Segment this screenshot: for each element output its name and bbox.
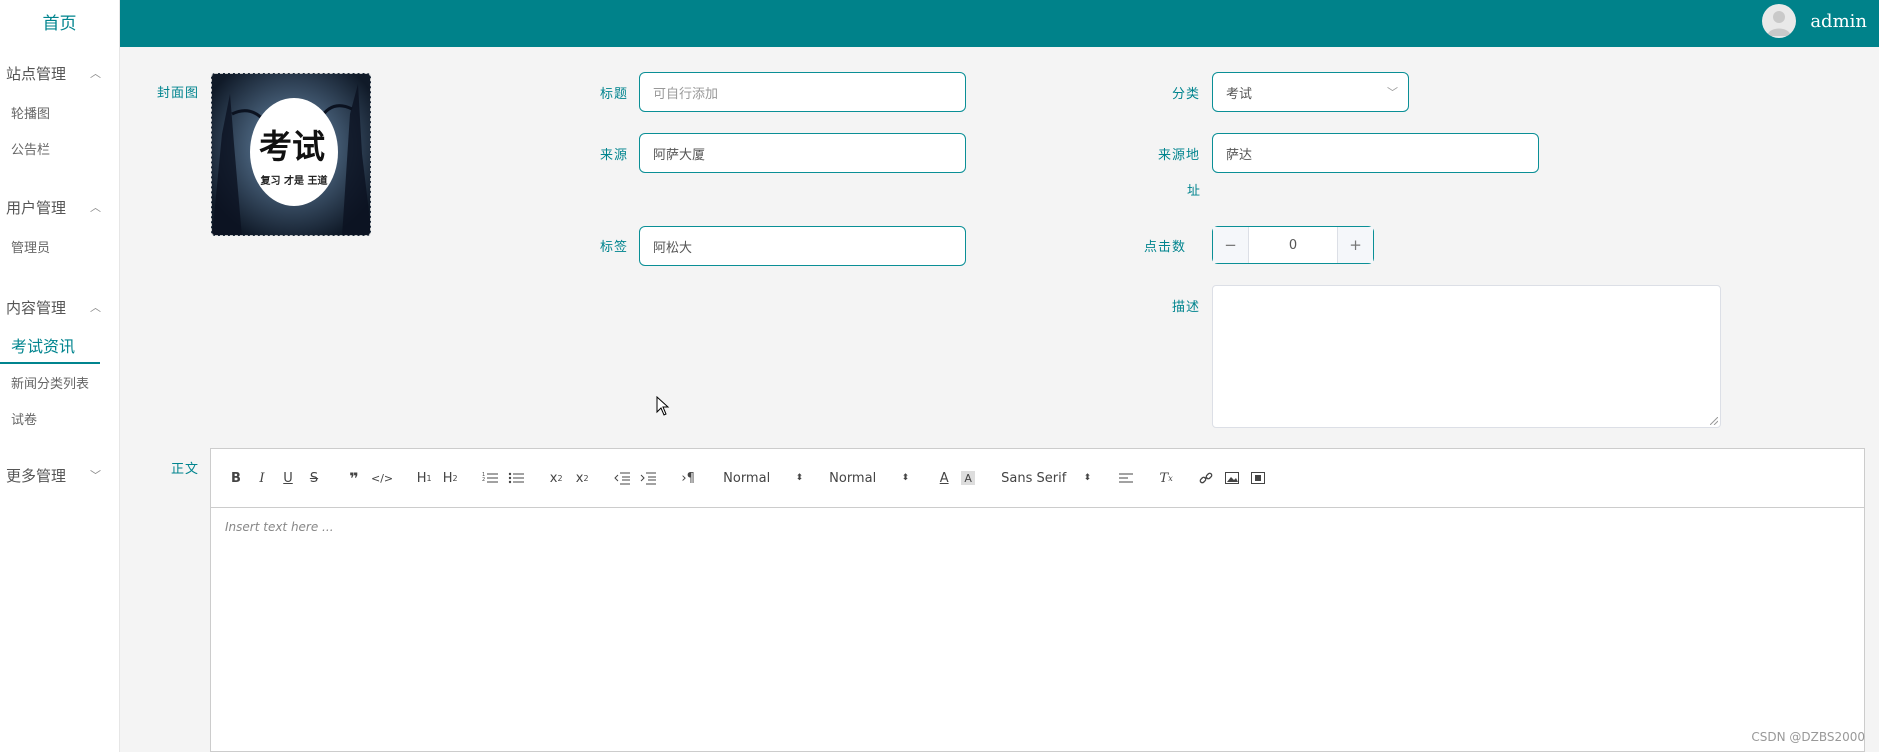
sidebar-group-site[interactable]: 站点管理 ︿	[0, 52, 119, 94]
resize-handle-icon[interactable]	[1710, 417, 1718, 425]
heading2-button[interactable]: H2	[441, 468, 459, 488]
image-icon[interactable]	[1223, 468, 1241, 488]
source-address-label: 来源地	[1158, 148, 1201, 163]
header-picker-value: Normal	[723, 470, 771, 486]
increment-button[interactable]: +	[1338, 227, 1373, 263]
sidebar-group-content[interactable]: 内容管理 ︿	[0, 286, 119, 328]
avatar[interactable]	[1762, 4, 1797, 38]
source-value: 阿萨大厦	[653, 147, 706, 163]
category-value: 考试	[1226, 86, 1253, 102]
outdent-icon[interactable]	[613, 468, 631, 488]
text-direction-icon[interactable]: ›¶	[679, 468, 697, 488]
chevron-down-icon: ﹀	[1387, 86, 1398, 99]
code-block-icon[interactable]: </>	[371, 468, 393, 488]
sidebar-item-notice[interactable]: 公告栏	[0, 130, 119, 166]
chevron-up-icon: ︿	[90, 201, 101, 214]
strike-button[interactable]: S	[305, 468, 323, 488]
description-textarea[interactable]	[1212, 285, 1721, 428]
source-address-value: 萨达	[1226, 147, 1253, 163]
tag-input[interactable]: 阿松大	[639, 226, 966, 266]
sidebar-group-users[interactable]: 用户管理 ︿	[0, 186, 119, 228]
size-picker[interactable]: Normal ⬍	[829, 471, 909, 486]
chevron-up-icon: ︿	[90, 301, 101, 314]
clear-format-icon[interactable]: Tx	[1157, 468, 1175, 488]
decrement-button[interactable]: −	[1213, 227, 1248, 263]
sidebar-group-label: 内容管理	[6, 298, 67, 317]
watermark: CSDN @DZBS2000	[1751, 730, 1865, 744]
title-input[interactable]: 可自行添加	[639, 72, 966, 112]
mouse-cursor-icon	[656, 396, 670, 416]
sidebar-item-carousel[interactable]: 轮播图	[0, 94, 119, 130]
underline-button[interactable]: U	[279, 468, 297, 488]
source-input[interactable]: 阿萨大厦	[639, 133, 966, 173]
video-icon[interactable]	[1249, 468, 1267, 488]
source-address-input[interactable]: 萨达	[1212, 133, 1539, 173]
align-icon[interactable]	[1117, 468, 1135, 488]
size-picker-value: Normal	[829, 470, 877, 486]
source-label: 来源	[600, 148, 629, 163]
rich-text-editor: B I U S ❞ </> H1 H2 12 x2 x2 ›¶ Normal ⬍	[210, 448, 1865, 752]
sidebar-group-label: 站点管理	[6, 64, 67, 83]
svg-text:2: 2	[482, 477, 485, 483]
blockquote-icon[interactable]: ❞	[345, 468, 363, 488]
cover-label: 封面图	[157, 86, 200, 101]
sidebar-group-label: 用户管理	[6, 198, 67, 217]
sidebar-group-more[interactable]: 更多管理 ﹀	[0, 454, 119, 496]
italic-button[interactable]: I	[253, 468, 271, 488]
font-color-icon[interactable]: A	[935, 468, 953, 488]
superscript-button[interactable]: x2	[573, 468, 591, 488]
clicks-value[interactable]: 0	[1248, 227, 1338, 263]
header-picker[interactable]: Normal ⬍	[723, 471, 803, 486]
sidebar-item-exam-news[interactable]: 考试资讯	[0, 328, 100, 364]
sidebar-group-label: 更多管理	[6, 466, 67, 485]
updown-icon: ⬍	[901, 473, 910, 483]
category-select[interactable]: 考试 ﹀	[1212, 72, 1409, 112]
sidebar-item-admin[interactable]: 管理员	[0, 228, 119, 264]
source-address-label-wrap: 址	[1187, 184, 1202, 199]
link-icon[interactable]	[1197, 468, 1215, 488]
updown-icon: ⬍	[795, 473, 804, 483]
tag-label: 标签	[600, 240, 629, 255]
plus-icon: +	[1349, 236, 1362, 254]
description-label: 描述	[1172, 300, 1201, 315]
sidebar-item-exam-papers[interactable]: 试卷	[0, 400, 119, 436]
cover-image-upload[interactable]: 考试 复习 才是 王道	[211, 73, 371, 236]
top-bar: admin	[120, 0, 1879, 47]
title-placeholder: 可自行添加	[653, 86, 719, 102]
bullet-list-icon[interactable]	[507, 468, 525, 488]
bold-button[interactable]: B	[227, 468, 245, 488]
category-label: 分类	[1172, 87, 1201, 102]
editor-placeholder[interactable]: Insert text here ...	[211, 508, 1864, 546]
font-picker-value: Sans Serif	[1001, 470, 1067, 486]
updown-icon: ⬍	[1083, 473, 1092, 483]
clicks-stepper[interactable]: − 0 +	[1212, 226, 1374, 264]
cover-image-subtitle: 复习 才是 王道	[260, 176, 328, 187]
editor-toolbar: B I U S ❞ </> H1 H2 12 x2 x2 ›¶ Normal ⬍	[211, 449, 1864, 508]
user-menu[interactable]: admin	[1762, 4, 1867, 38]
indent-icon[interactable]	[639, 468, 657, 488]
tag-value: 阿松大	[653, 240, 693, 256]
background-color-icon[interactable]: A	[961, 471, 976, 485]
heading1-button[interactable]: H1	[415, 468, 433, 488]
chevron-up-icon: ︿	[90, 67, 101, 80]
font-picker[interactable]: Sans Serif ⬍	[1001, 471, 1091, 486]
chevron-down-icon: ﹀	[90, 469, 101, 482]
ordered-list-icon[interactable]: 12	[481, 468, 499, 488]
cover-image-title: 考试	[259, 127, 325, 166]
subscript-button[interactable]: x2	[547, 468, 565, 488]
clicks-label: 点击数	[1144, 240, 1187, 255]
sidebar-item-news-categories[interactable]: 新闻分类列表	[0, 364, 119, 400]
sidebar: 首页 站点管理 ︿ 轮播图 公告栏 用户管理 ︿ 管理员 内容管理 ︿ 考试资讯…	[0, 0, 120, 752]
minus-icon: −	[1224, 236, 1237, 254]
title-label: 标题	[600, 87, 629, 102]
sidebar-home[interactable]: 首页	[0, 0, 119, 42]
body-label: 正文	[171, 462, 200, 477]
username: admin	[1810, 10, 1867, 32]
